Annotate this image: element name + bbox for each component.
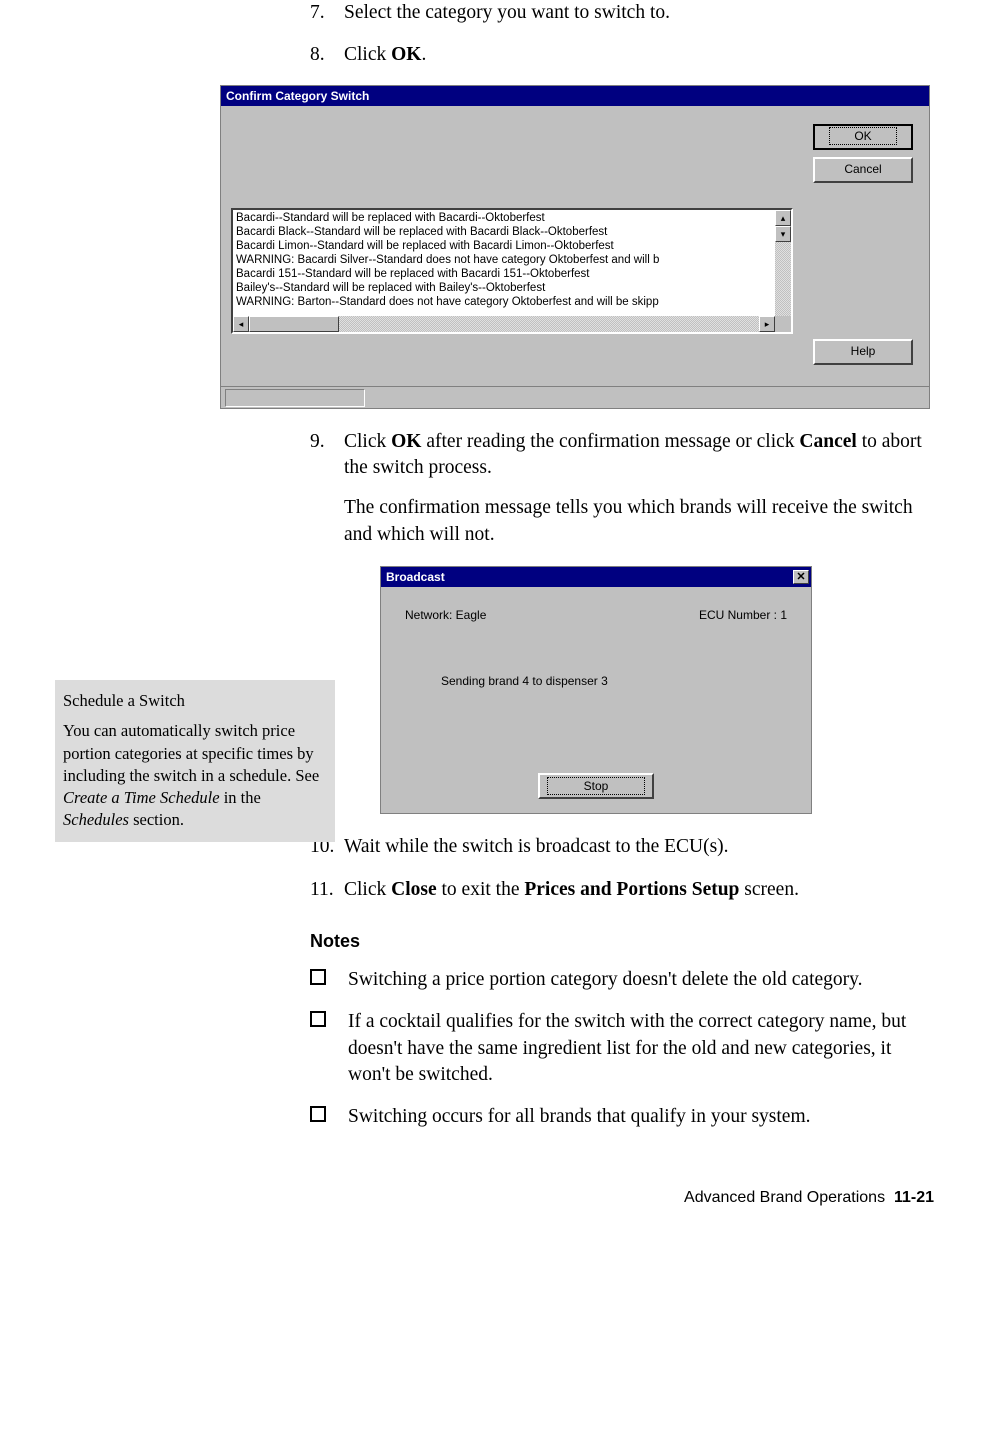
step-number: 9.: [310, 429, 325, 455]
dialog-title: Broadcast: [386, 569, 445, 585]
step-number: 8.: [310, 42, 325, 68]
list-item: WARNING: Barton--Standard does not have …: [236, 295, 772, 309]
note-item: Switching occurs for all brands that qua…: [310, 1104, 938, 1130]
sidebar-note: Schedule a Switch You can automatically …: [55, 680, 335, 842]
network-label: Network: Eagle: [405, 607, 486, 623]
ecu-number-label: ECU Number : 1: [699, 607, 787, 623]
broadcast-dialog: Broadcast ✕ Network: Eagle ECU Number : …: [380, 566, 812, 814]
checkbox-icon: [310, 969, 326, 985]
vertical-scrollbar[interactable]: ▴ ▾: [775, 210, 791, 316]
broadcast-message: Sending brand 4 to dispenser 3: [401, 673, 791, 689]
status-bar: [221, 386, 929, 408]
scroll-right-icon[interactable]: ▸: [759, 316, 775, 332]
ok-button[interactable]: OK: [813, 124, 913, 150]
note-item: Switching a price portion category doesn…: [310, 967, 938, 993]
list-item: Bacardi Limon--Standard will be replaced…: [236, 239, 772, 253]
page-footer: Advanced Brand Operations 11-21: [55, 1187, 938, 1209]
cancel-button[interactable]: Cancel: [813, 157, 913, 183]
list-item: Bailey's--Standard will be replaced with…: [236, 281, 772, 295]
help-button[interactable]: Help: [813, 339, 913, 365]
step-9: 9. Click OK after reading the confirmati…: [310, 429, 938, 548]
step-7: 7. Select the category you want to switc…: [310, 0, 938, 26]
notes-heading: Notes: [310, 929, 938, 953]
close-icon[interactable]: ✕: [793, 570, 809, 584]
checkbox-icon: [310, 1011, 326, 1027]
scroll-up-icon[interactable]: ▴: [775, 210, 791, 226]
footer-section: Advanced Brand Operations: [684, 1189, 885, 1206]
list-item: Bacardi Black--Standard will be replaced…: [236, 225, 772, 239]
step-text: Click Close to exit the Prices and Porti…: [344, 879, 799, 900]
scroll-thumb[interactable]: [249, 316, 339, 332]
step-number: 11.: [310, 877, 334, 903]
step-subtext: The confirmation message tells you which…: [344, 495, 938, 548]
step-number: 7.: [310, 0, 325, 26]
step-10: 10. Wait while the switch is broadcast t…: [310, 834, 938, 860]
list-item: WARNING: Bacardi Silver--Standard does n…: [236, 253, 772, 267]
stop-button[interactable]: Stop: [538, 773, 654, 799]
footer-page: 11-21: [894, 1189, 934, 1206]
dialog-titlebar: Broadcast ✕: [381, 567, 811, 587]
note-item: If a cocktail qualifies for the switch w…: [310, 1009, 938, 1088]
step-text: Click OK.: [344, 44, 426, 65]
step-11: 11. Click Close to exit the Prices and P…: [310, 877, 938, 903]
sidebar-title: Schedule a Switch: [63, 690, 327, 712]
scroll-down-icon[interactable]: ▾: [775, 226, 791, 242]
scroll-left-icon[interactable]: ◂: [233, 316, 249, 332]
confirmation-listbox[interactable]: Bacardi--Standard will be replaced with …: [231, 208, 793, 334]
confirm-category-switch-dialog: Confirm Category Switch OK Cancel Help B…: [220, 85, 930, 409]
dialog-titlebar: Confirm Category Switch: [221, 86, 929, 106]
checkbox-icon: [310, 1106, 326, 1122]
step-8: 8. Click OK.: [310, 42, 938, 68]
step-text: Click OK after reading the confirmation …: [344, 431, 922, 478]
step-text: Wait while the switch is broadcast to th…: [344, 836, 729, 857]
list-item: Bacardi--Standard will be replaced with …: [236, 211, 772, 225]
step-text: Select the category you want to switch t…: [344, 2, 670, 23]
sidebar-body: You can automatically switch price porti…: [63, 720, 327, 831]
list-item: Bacardi 151--Standard will be replaced w…: [236, 267, 772, 281]
listbox-content: Bacardi--Standard will be replaced with …: [233, 210, 775, 316]
horizontal-scrollbar[interactable]: ◂ ▸: [233, 316, 791, 332]
